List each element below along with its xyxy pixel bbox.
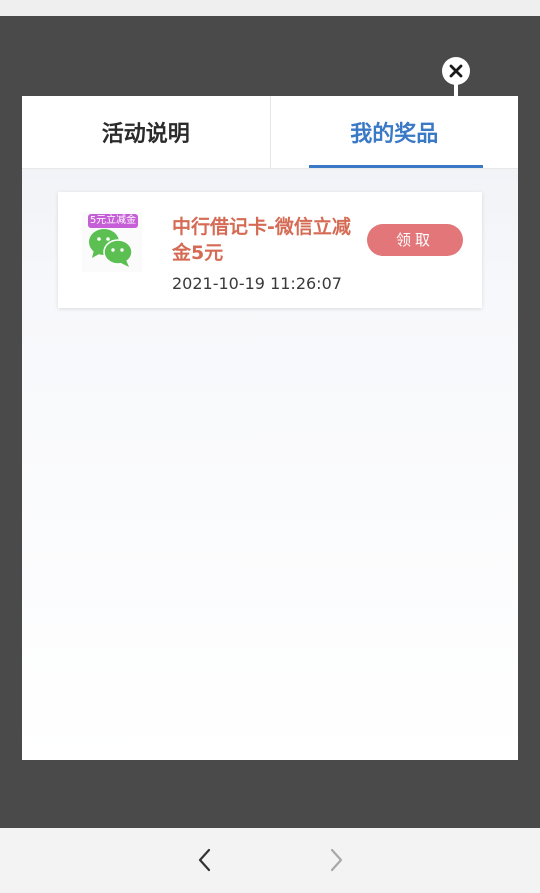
close-icon [449, 64, 463, 78]
tab-activity-description[interactable]: 活动说明 [22, 96, 270, 168]
back-button[interactable] [190, 845, 220, 875]
tab-bar: 活动说明 我的奖品 [22, 96, 518, 169]
tab-label: 我的奖品 [350, 122, 439, 147]
close-button[interactable] [442, 57, 470, 85]
forward-arrow-icon [330, 848, 343, 872]
prize-thumbnail: 5元立减金 [82, 212, 142, 272]
status-strip [0, 0, 540, 16]
prize-badge: 5元立减金 [88, 214, 138, 228]
forward-button[interactable] [321, 845, 351, 875]
claim-button[interactable]: 领取 [367, 224, 463, 256]
tab-my-prizes[interactable]: 我的奖品 [269, 96, 519, 168]
prize-timestamp: 2021-10-19 11:26:07 [172, 274, 342, 293]
browser-bottom-bar [0, 828, 540, 893]
back-arrow-icon [198, 848, 211, 872]
prize-modal: 活动说明 我的奖品 5元立减金 中行借记卡-微信立减金5元 2021-10-19… [22, 96, 518, 760]
prize-card: 5元立减金 中行借记卡-微信立减金5元 2021-10-19 11:26:07 … [58, 192, 482, 308]
prize-title: 中行借记卡-微信立减金5元 [172, 216, 351, 264]
active-tab-indicator [308, 165, 483, 168]
tab-label: 活动说明 [101, 122, 190, 147]
